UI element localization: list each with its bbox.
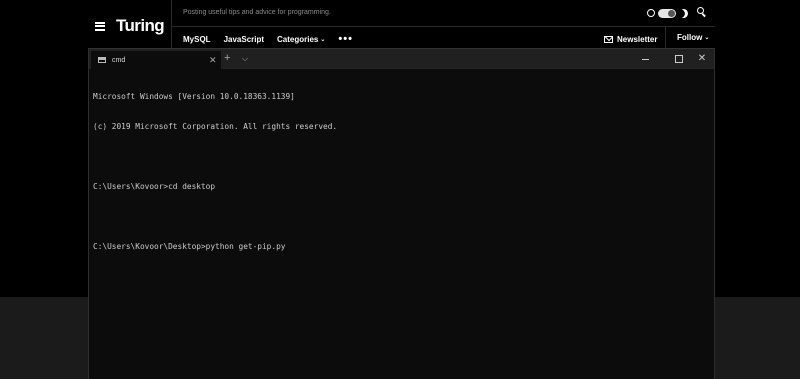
console-line: C:\Users\Kovoor>cd desktop <box>93 182 216 191</box>
more-options-icon[interactable]: ••• <box>338 34 353 45</box>
nav-item-categories[interactable]: Categories ⌄ <box>277 35 325 44</box>
console-icon <box>98 57 106 63</box>
chevron-down-icon: ⌄ <box>704 35 710 41</box>
minimize-button[interactable] <box>634 49 658 69</box>
terminal-window: cmd ✕ + ⌵ ✕ Microsoft Windows [Version 1… <box>88 48 715 379</box>
search-icon[interactable] <box>697 7 706 17</box>
follow-label: Follow <box>677 33 703 42</box>
nav-item-label: JavaScript <box>223 34 265 44</box>
terminal-tab-title: cmd <box>112 56 126 64</box>
hamburger-menu-icon[interactable] <box>95 21 105 31</box>
site-header: Turing Posting useful tips and advice fo… <box>0 0 800 52</box>
nav-item-label: MySQL <box>183 34 211 44</box>
chevron-down-icon[interactable]: ⌵ <box>242 52 248 65</box>
nav-item-label: Categories <box>277 34 319 44</box>
theme-switch[interactable] <box>658 8 676 18</box>
console-line: C:\Users\Kovoor\Desktop>python get-pip.p… <box>93 242 286 251</box>
page: Turing Posting useful tips and advice fo… <box>0 0 800 379</box>
site-tagline: Posting useful tips and advice for progr… <box>183 9 331 16</box>
newsletter-label: Newsletter <box>617 34 658 44</box>
nav-item-mysql[interactable]: MySQL <box>183 35 211 44</box>
close-tab-icon[interactable]: ✕ <box>209 55 217 65</box>
moon-icon <box>678 7 690 19</box>
terminal-tab-bar: cmd ✕ + ⌵ ✕ <box>89 49 714 69</box>
newsletter-button[interactable]: Newsletter <box>604 33 657 45</box>
console-line: (c) 2019 Microsoft Corporation. All righ… <box>93 122 338 131</box>
nav-item-javascript[interactable]: JavaScript <box>224 35 264 44</box>
site-logo[interactable]: Turing <box>116 16 165 36</box>
console-output[interactable]: Microsoft Windows [Version 10.0.18363.11… <box>93 72 708 272</box>
new-tab-icon[interactable]: + <box>224 52 230 65</box>
main-nav: MySQL JavaScript Categories ⌄ ••• <box>183 33 353 45</box>
close-window-button[interactable]: ✕ <box>690 49 714 69</box>
logo-area: Turing <box>90 0 172 52</box>
terminal-tab[interactable]: cmd ✕ <box>91 51 221 69</box>
mail-icon <box>604 35 613 43</box>
header-divider-horizontal <box>172 26 715 27</box>
console-line: Microsoft Windows [Version 10.0.18363.11… <box>93 92 295 101</box>
chevron-down-icon: ⌄ <box>320 36 326 43</box>
maximize-button[interactable] <box>666 49 690 69</box>
follow-button[interactable]: Follow ⌄ <box>677 33 709 45</box>
sun-icon <box>647 9 655 17</box>
theme-toggle[interactable] <box>647 7 688 19</box>
